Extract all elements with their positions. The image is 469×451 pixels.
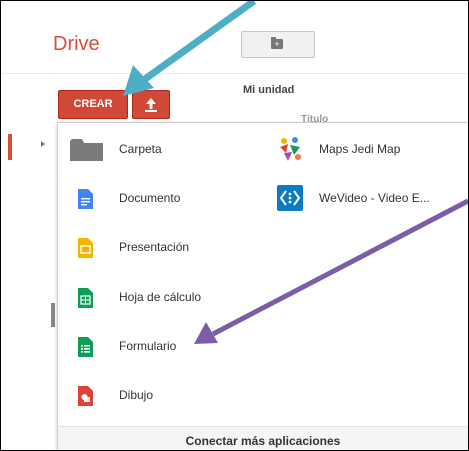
blue-arrow — [123, 1, 257, 96]
annotation-arrows — [123, 1, 468, 344]
drive-window: Drive + CREAR Mi unidad Título Carpeta D… — [0, 0, 469, 451]
purple-arrow — [194, 198, 468, 344]
